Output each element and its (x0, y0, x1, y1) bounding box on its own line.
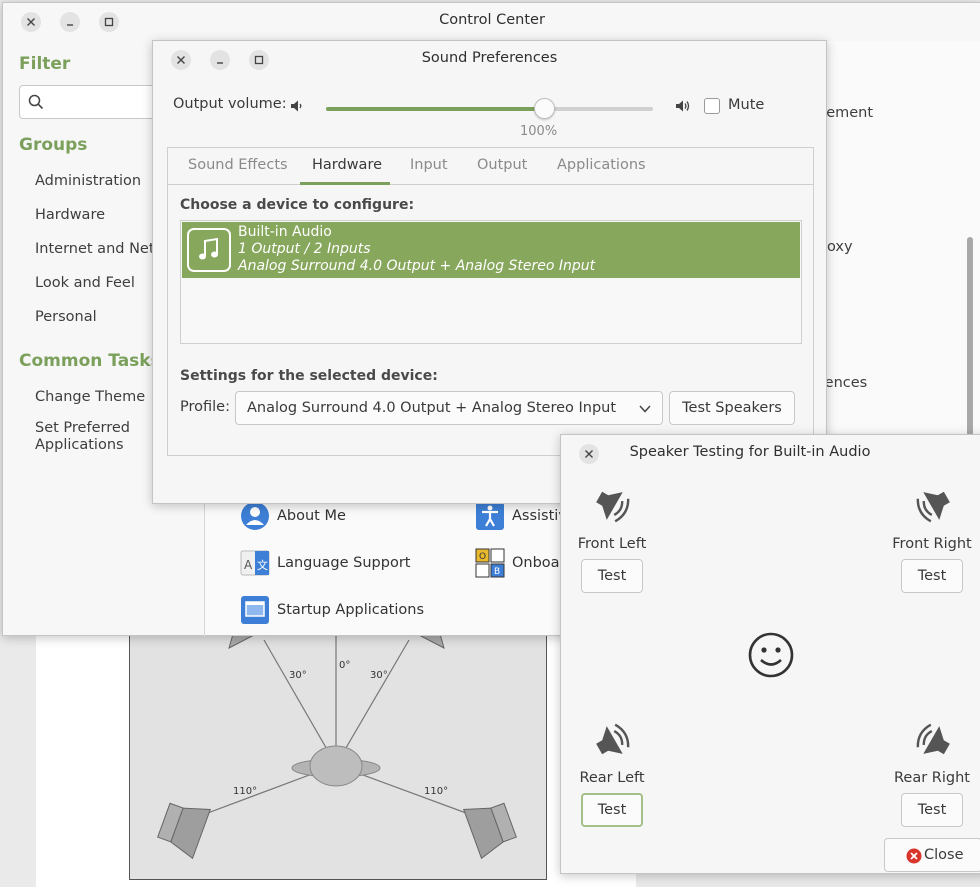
device-list-item[interactable]: Built-in Audio 1 Output / 2 Inputs Analo… (182, 222, 800, 278)
volume-percent-label: 100% (520, 124, 558, 139)
volume-slider-fill (326, 107, 544, 111)
filter-heading: Filter (19, 54, 71, 74)
app-language-support[interactable]: A文 Language Support (240, 548, 411, 578)
sound-preferences-titlebar[interactable]: Sound Preferences (153, 41, 826, 75)
active-tab-indicator (300, 182, 390, 185)
output-volume-label: Output volume: (173, 96, 287, 112)
device-list: Built-in Audio 1 Output / 2 Inputs Analo… (180, 220, 802, 344)
speaker-rear-right-icon (916, 723, 950, 755)
test-speakers-button[interactable]: Test Speakers (669, 391, 795, 425)
angle-label: 30° (370, 670, 388, 681)
device-io-summary: 1 Output / 2 Inputs (238, 241, 371, 257)
app-onboard[interactable]: OB Onboard (475, 548, 560, 578)
svg-text:B: B (494, 567, 500, 577)
speaker-name-front-left: Front Left (577, 536, 647, 552)
speaker-name-rear-left: Rear Left (579, 770, 645, 786)
choose-device-label: Choose a device to configure: (180, 197, 415, 213)
svg-text:文: 文 (257, 558, 268, 572)
app-startup-applications[interactable]: Startup Applications (240, 595, 424, 625)
profile-label: Profile: (180, 399, 230, 415)
close-circle-icon (906, 848, 922, 864)
tab-hardware[interactable]: Hardware (312, 157, 382, 173)
angle-label: 30° (289, 670, 307, 681)
volume-slider[interactable] (326, 98, 653, 119)
speaker-testing-titlebar[interactable]: Speaker Testing for Built-in Audio (561, 435, 980, 469)
music-note-icon (187, 228, 231, 272)
window-title: Speaker Testing for Built-in Audio (629, 444, 871, 460)
device-profile-summary: Analog Surround 4.0 Output + Analog Ster… (238, 258, 596, 274)
groups-heading: Groups (19, 135, 88, 155)
angle-label: 110° (233, 786, 257, 797)
volume-high-icon (676, 100, 690, 112)
app-label: About Me (277, 508, 346, 524)
speaker-front-right-icon (916, 491, 950, 523)
app-assistive-technologies[interactable]: Assistive Technologies (475, 501, 560, 531)
close-button[interactable]: Close (884, 838, 980, 872)
tab-panel: Sound Effects Hardware Input Output Appl… (167, 147, 814, 456)
group-administration[interactable]: Administration (35, 173, 141, 189)
search-icon (28, 94, 44, 110)
test-rear-left-button[interactable]: Test (581, 793, 643, 827)
test-front-left-button[interactable]: Test (581, 559, 643, 593)
language-icon: A文 (240, 548, 270, 578)
app-about-me[interactable]: About Me (240, 501, 346, 531)
chevron-down-icon (639, 405, 651, 413)
window-title: Control Center (439, 12, 545, 28)
svg-text:A: A (244, 558, 253, 572)
speaker-name-rear-right: Rear Right (894, 770, 970, 786)
surround-speaker-diagram: 30° 0° 30° 110° 110° (129, 620, 547, 880)
speaker-rear-left-icon (596, 723, 630, 755)
test-front-right-button[interactable]: Test (901, 559, 963, 593)
close-button-label: Close (924, 847, 964, 863)
mute-label[interactable]: Mute (728, 97, 764, 113)
app-label: Startup Applications (277, 602, 424, 618)
task-change-theme[interactable]: Change Theme (35, 389, 145, 405)
group-personal[interactable]: Personal (35, 309, 97, 325)
angle-label: 110° (424, 786, 448, 797)
common-tasks-heading: Common Tasks (19, 351, 161, 371)
profile-dropdown[interactable]: Analog Surround 4.0 Output + Analog Ster… (235, 391, 663, 425)
tab-output[interactable]: Output (477, 157, 527, 173)
user-icon (240, 501, 270, 531)
settings-label: Settings for the selected device: (180, 368, 438, 384)
task-preferred-apps[interactable]: Set Preferred Applications (35, 420, 145, 454)
app-label: Assistive Technologies (512, 508, 560, 524)
output-volume-row: Output volume: 100% Mute (173, 95, 813, 139)
partial-item-label[interactable]: oxy (827, 239, 853, 255)
tab-applications[interactable]: Applications (557, 157, 646, 173)
window-icon (240, 595, 270, 625)
control-center-titlebar[interactable]: Control Center (3, 3, 980, 37)
tab-sound-effects[interactable]: Sound Effects (188, 157, 288, 173)
test-rear-right-button[interactable]: Test (901, 793, 963, 827)
speaker-name-front-right: Front Right (892, 536, 972, 552)
angle-label: 0° (339, 660, 350, 671)
profile-dropdown-value: Analog Surround 4.0 Output + Analog Ster… (247, 400, 617, 416)
device-name: Built-in Audio (238, 224, 332, 240)
volume-slider-handle[interactable] (534, 98, 555, 119)
keyboard-grid-icon: OB (475, 548, 505, 578)
group-hardware[interactable]: Hardware (35, 207, 105, 223)
volume-low-icon (291, 100, 302, 112)
smiley-face-icon (748, 632, 794, 678)
app-label: Onboard (512, 555, 560, 571)
speaker-front-left-icon (596, 491, 630, 523)
mute-checkbox[interactable] (704, 98, 720, 114)
speaker-testing-window: Speaker Testing for Built-in Audio Front… (560, 434, 980, 874)
accessibility-icon (475, 501, 505, 531)
group-look-and-feel[interactable]: Look and Feel (35, 275, 135, 291)
tab-strip: Sound Effects Hardware Input Output Appl… (168, 148, 813, 185)
app-label: Language Support (277, 555, 411, 571)
tab-input[interactable]: Input (410, 157, 448, 173)
window-title: Sound Preferences (421, 50, 558, 66)
svg-text:O: O (479, 552, 486, 562)
